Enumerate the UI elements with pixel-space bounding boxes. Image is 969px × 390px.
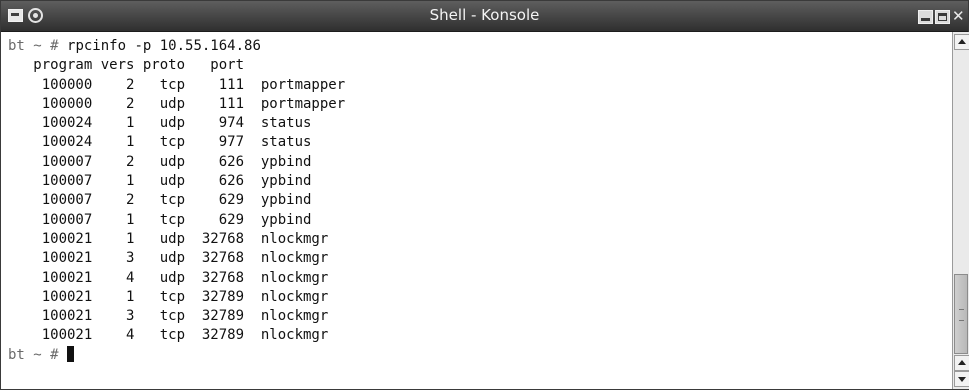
output-row: 100007 2 udp 626 ypbind xyxy=(8,153,312,170)
scroll-up-arrow-icon[interactable] xyxy=(954,355,969,371)
output-row: 100021 3 tcp 32789 nlockmgr xyxy=(8,308,329,325)
scroll-thumb[interactable] xyxy=(954,274,968,354)
output-row: 100007 2 tcp 629 ypbind xyxy=(8,192,312,209)
vertical-scrollbar[interactable] xyxy=(952,32,969,389)
final-prompt: bt ~ # xyxy=(8,346,59,363)
output-row: 100021 4 tcp 32789 nlockmgr xyxy=(8,327,329,344)
output-header: program vers proto port xyxy=(8,57,245,74)
output-row: 100007 1 udp 626 ypbind xyxy=(8,173,312,190)
terminal-area[interactable]: bt ~ # rpcinfo -p 10.55.164.86 program v… xyxy=(1,32,952,389)
scroll-down-arrow-icon[interactable] xyxy=(954,371,969,387)
output-row: 100021 3 udp 32768 nlockmgr xyxy=(8,250,329,267)
output-row: 100024 1 tcp 977 status xyxy=(8,134,312,151)
window-title: Shell - Konsole xyxy=(429,6,540,24)
maximize-icon[interactable] xyxy=(935,10,950,24)
output-row: 100021 4 udp 32768 nlockmgr xyxy=(8,269,329,286)
minimize-icon[interactable] xyxy=(918,10,933,24)
terminal-output: bt ~ # rpcinfo -p 10.55.164.86 program v… xyxy=(8,37,345,365)
output-row: 100021 1 udp 32768 nlockmgr xyxy=(8,230,329,247)
output-row: 100000 2 tcp 111 portmapper xyxy=(8,76,346,93)
scroll-up-arrow-icon[interactable] xyxy=(954,34,969,50)
output-row: 100000 2 udp 111 portmapper xyxy=(8,95,346,112)
konsole-window: Shell - Konsole ✕ bt ~ # rpcinfo -p 10.5… xyxy=(0,0,969,390)
output-row: 100024 1 udp 974 status xyxy=(8,115,312,132)
output-row: 100021 1 tcp 32789 nlockmgr xyxy=(8,288,329,305)
text-cursor xyxy=(67,345,75,362)
output-row: 100007 1 tcp 629 ypbind xyxy=(8,211,312,228)
command-prompt: bt ~ # xyxy=(8,38,59,54)
close-icon[interactable]: ✕ xyxy=(952,9,965,24)
title-bar[interactable]: Shell - Konsole ✕ xyxy=(1,1,968,32)
command-line: rpcinfo -p 10.55.164.86 xyxy=(67,38,261,54)
